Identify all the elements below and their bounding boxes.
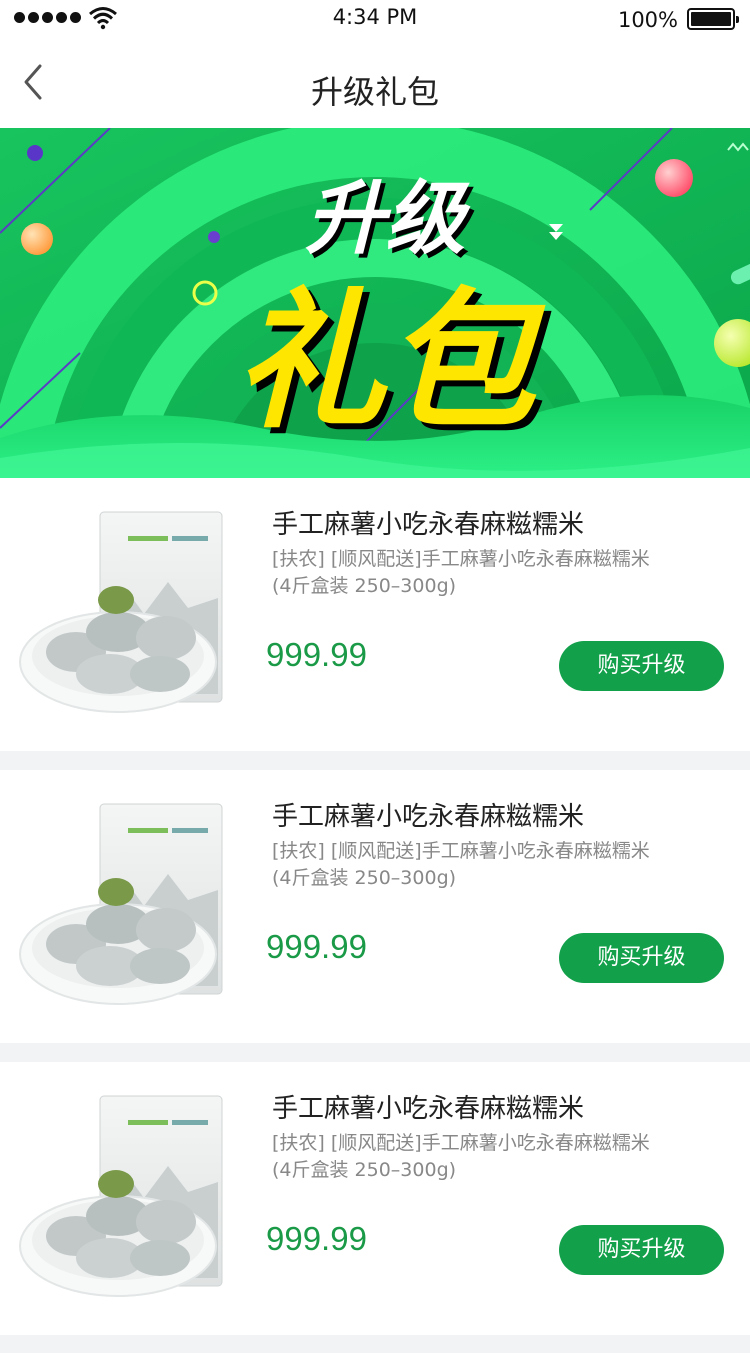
product-description: [扶农] [顺风配送]手工麻薯小吃永春麻糍糯米 (4斤盒装 250–300g) [272, 546, 692, 600]
product-description-line1: [扶农] [顺风配送]手工麻薯小吃永春麻糍糯米 [272, 548, 650, 570]
product-description: [扶农] [顺风配送]手工麻薯小吃永春麻糍糯米 (4斤盒装 250–300g) [272, 1130, 692, 1184]
product-image[interactable] [18, 796, 228, 1016]
page-title: 升级礼包 [310, 73, 439, 111]
product-description: [扶农] [顺风配送]手工麻薯小吃永春麻糍糯米 (4斤盒装 250–300g) [272, 838, 692, 892]
product-name: 手工麻薯小吃永春麻糍糯米 [272, 510, 585, 540]
product-price: 999.99 [266, 1220, 367, 1257]
product-description-line2: (4斤盒装 250–300g) [272, 575, 457, 597]
product-image[interactable] [18, 504, 228, 724]
status-bar: 4:34 PM 100% [0, 0, 750, 40]
product-name: 手工麻薯小吃永春麻糍糯米 [272, 802, 585, 832]
product-description-line1: [扶农] [顺风配送]手工麻薯小吃永春麻糍糯米 [272, 840, 650, 862]
product-description-line1: [扶农] [顺风配送]手工麻薯小吃永春麻糍糯米 [272, 1132, 650, 1154]
product-card[interactable]: 手工麻薯小吃永春麻糍糯米 [扶农] [顺风配送]手工麻薯小吃永春麻糍糯米 (4斤… [0, 770, 750, 1043]
promo-banner: 升级 升级 礼包 礼包 [0, 128, 750, 478]
buy-upgrade-button[interactable]: 购买升级 [559, 641, 724, 691]
product-card[interactable]: 手工麻薯小吃永春麻糍糯米 [扶农] [顺风配送]手工麻薯小吃永春麻糍糯米 (4斤… [0, 1062, 750, 1335]
product-description-line2: (4斤盒装 250–300g) [272, 867, 457, 889]
banner-title-line1: 升级 [305, 172, 471, 265]
buy-upgrade-button[interactable]: 购买升级 [559, 933, 724, 983]
battery-icon [687, 8, 739, 30]
product-name: 手工麻薯小吃永春麻糍糯米 [272, 1094, 585, 1124]
buy-upgrade-button[interactable]: 购买升级 [559, 1225, 724, 1275]
battery-percent: 100% [617, 8, 678, 32]
product-description-line2: (4斤盒装 250–300g) [272, 1159, 457, 1181]
product-card[interactable]: 手工麻薯小吃永春麻糍糯米 [扶农] [顺风配送]手工麻薯小吃永春麻糍糯米 (4斤… [0, 478, 750, 751]
product-price: 999.99 [266, 636, 367, 673]
product-price: 999.99 [266, 928, 367, 965]
nav-bar: 升级礼包 [0, 40, 750, 128]
product-image[interactable] [18, 1088, 228, 1308]
banner-title-line2: 礼包 [235, 275, 546, 449]
